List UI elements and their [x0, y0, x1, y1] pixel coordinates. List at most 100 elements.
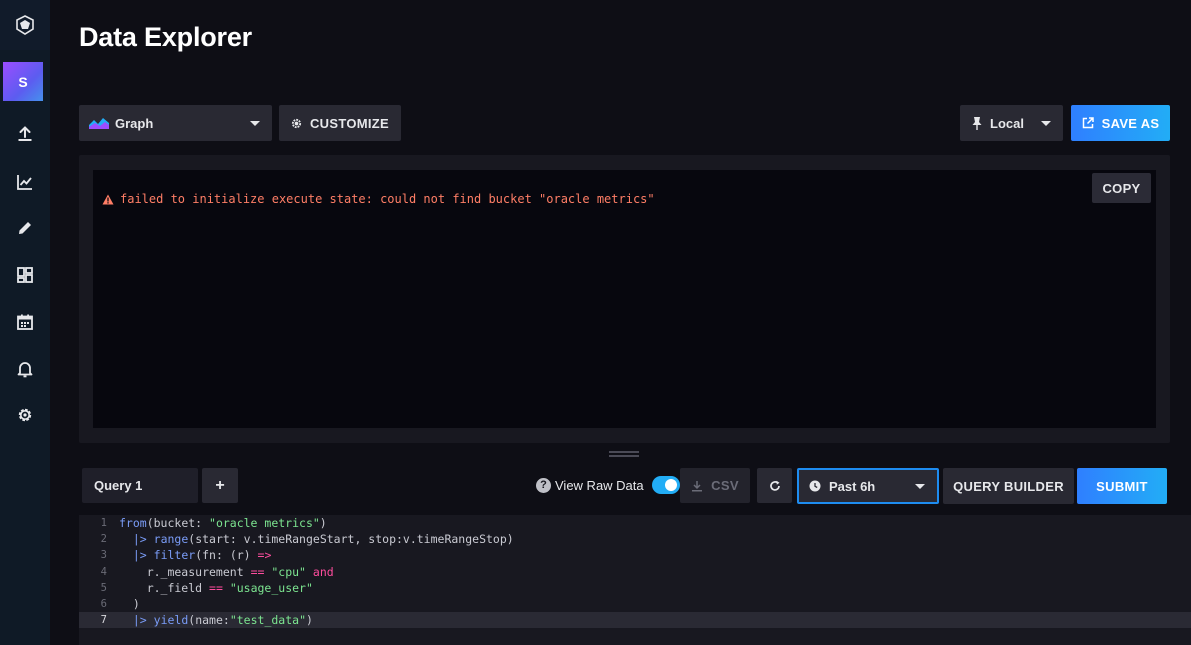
chevron-down-icon [1041, 120, 1051, 126]
nav-item-load-data[interactable] [0, 118, 50, 150]
time-range-dropdown[interactable]: Past 6h [797, 468, 939, 504]
code-text: |> yield(name:"test_data") [119, 613, 313, 627]
code-token: |> [132, 613, 147, 628]
code-token: "usage_user" [229, 580, 313, 595]
query-tab-label: Query 1 [94, 478, 143, 493]
view-raw-data-switch[interactable] [651, 476, 680, 494]
copy-button[interactable]: COPY [1092, 173, 1151, 203]
nav-item-settings[interactable] [0, 399, 50, 431]
add-query-button[interactable]: + [202, 468, 238, 503]
upload-icon [18, 126, 32, 141]
nav-item-alerts[interactable] [0, 353, 50, 385]
code-token: "oracle metrics" [209, 516, 320, 530]
graph-icon [17, 175, 32, 190]
code-line[interactable]: 4 r._measurement == "cpu" and [79, 564, 1191, 580]
refresh-icon [769, 480, 780, 491]
code-token: filter [153, 548, 196, 563]
query-builder-label: QUERY BUILDER [953, 478, 1064, 494]
code-token: == [209, 580, 223, 595]
save-as-button[interactable]: SAVE AS [1071, 105, 1170, 141]
graph-type-icon [89, 118, 109, 129]
line-number: 6 [100, 598, 107, 610]
nav-item-data-explorer[interactable] [0, 166, 50, 198]
code-text: r._field == "usage_user" [119, 581, 313, 595]
export-icon [1082, 117, 1094, 129]
code-line[interactable]: 2 |> range(start: v.timeRangeStart, stop… [79, 531, 1191, 547]
panel-resize-handle[interactable] [609, 451, 639, 457]
tab-query-1[interactable]: Query 1 [82, 468, 198, 503]
timezone-label: Local [990, 115, 1024, 131]
left-nav: S [0, 0, 50, 645]
view-raw-data-label: View Raw Data [555, 477, 644, 493]
submit-label: SUBMIT [1096, 478, 1148, 494]
influxdb-logo-icon[interactable] [0, 0, 50, 50]
user-avatar[interactable]: S [3, 62, 43, 101]
code-text: r._measurement == "cpu" and [119, 565, 334, 579]
line-number: 5 [100, 581, 107, 594]
submit-button[interactable]: SUBMIT [1077, 468, 1167, 504]
customize-button[interactable]: CUSTOMIZE [279, 105, 401, 141]
gear-icon [18, 408, 32, 422]
plus-icon: + [215, 476, 225, 494]
view-raw-data-toggle[interactable]: ? View Raw Data [536, 476, 680, 494]
nav-item-dashboards[interactable] [0, 259, 50, 291]
line-number: 2 [100, 533, 107, 546]
code-token: (fn: (r) [195, 548, 258, 563]
code-token: r._field [119, 580, 210, 595]
code-token: => [257, 548, 272, 563]
nav-item-tasks[interactable] [0, 306, 50, 338]
code-token: range [153, 532, 189, 547]
line-number: 7 [100, 614, 107, 627]
code-token: (name: [188, 613, 230, 628]
code-token: yield [153, 613, 189, 628]
query-builder-button[interactable]: QUERY BUILDER [943, 468, 1074, 504]
code-token: ) [119, 597, 140, 611]
help-icon[interactable]: ? [536, 477, 551, 493]
refresh-button[interactable] [757, 468, 792, 503]
bell-icon [17, 362, 33, 378]
code-token: and [312, 564, 334, 579]
calendar-icon [17, 314, 33, 330]
nav-item-notebooks[interactable] [0, 212, 50, 244]
csv-download-button[interactable]: CSV [680, 468, 750, 503]
code-token: ) [319, 516, 327, 530]
user-initial: S [18, 73, 28, 90]
code-text: from(bucket: "oracle metrics") [119, 516, 327, 530]
code-token: == [250, 564, 265, 579]
line-number: 4 [100, 565, 107, 578]
dashboard-icon [17, 267, 33, 283]
code-line[interactable]: 3 |> filter(fn: (r) => [79, 547, 1191, 563]
customize-label: CUSTOMIZE [309, 115, 390, 131]
pencil-icon [19, 222, 31, 234]
error-text: failed to initialize execute state: coul… [120, 192, 655, 206]
code-token: (start: v.timeRangeStart, stop:v.timeRan… [188, 532, 514, 547]
page-title: Data Explorer [79, 22, 252, 52]
code-line[interactable]: 5 r._field == "usage_user" [79, 580, 1191, 596]
line-number: 1 [100, 517, 107, 529]
time-range-label: Past 6h [829, 478, 876, 494]
code-text: |> filter(fn: (r) => [119, 548, 272, 563]
code-token: ) [306, 613, 313, 628]
code-line[interactable]: 7 |> yield(name:"test_data") [79, 612, 1191, 629]
save-as-label: SAVE AS [1101, 115, 1160, 131]
graph-type-dropdown[interactable]: Graph [79, 105, 272, 141]
timezone-dropdown[interactable]: Local [960, 105, 1063, 141]
code-line[interactable]: 6 ) [79, 596, 1191, 612]
visualization-area [93, 170, 1156, 428]
gear-icon [291, 118, 302, 129]
code-line[interactable]: 1 from(bucket: "oracle metrics") [79, 515, 1191, 531]
code-token: |> [132, 532, 147, 547]
flux-script-editor[interactable]: 1 from(bucket: "oracle metrics") 2 |> rang… [79, 515, 1191, 645]
code-token: |> [132, 548, 147, 563]
copy-label: COPY [1102, 180, 1141, 196]
code-token: "test_data" [229, 613, 306, 628]
csv-label: CSV [711, 478, 739, 493]
